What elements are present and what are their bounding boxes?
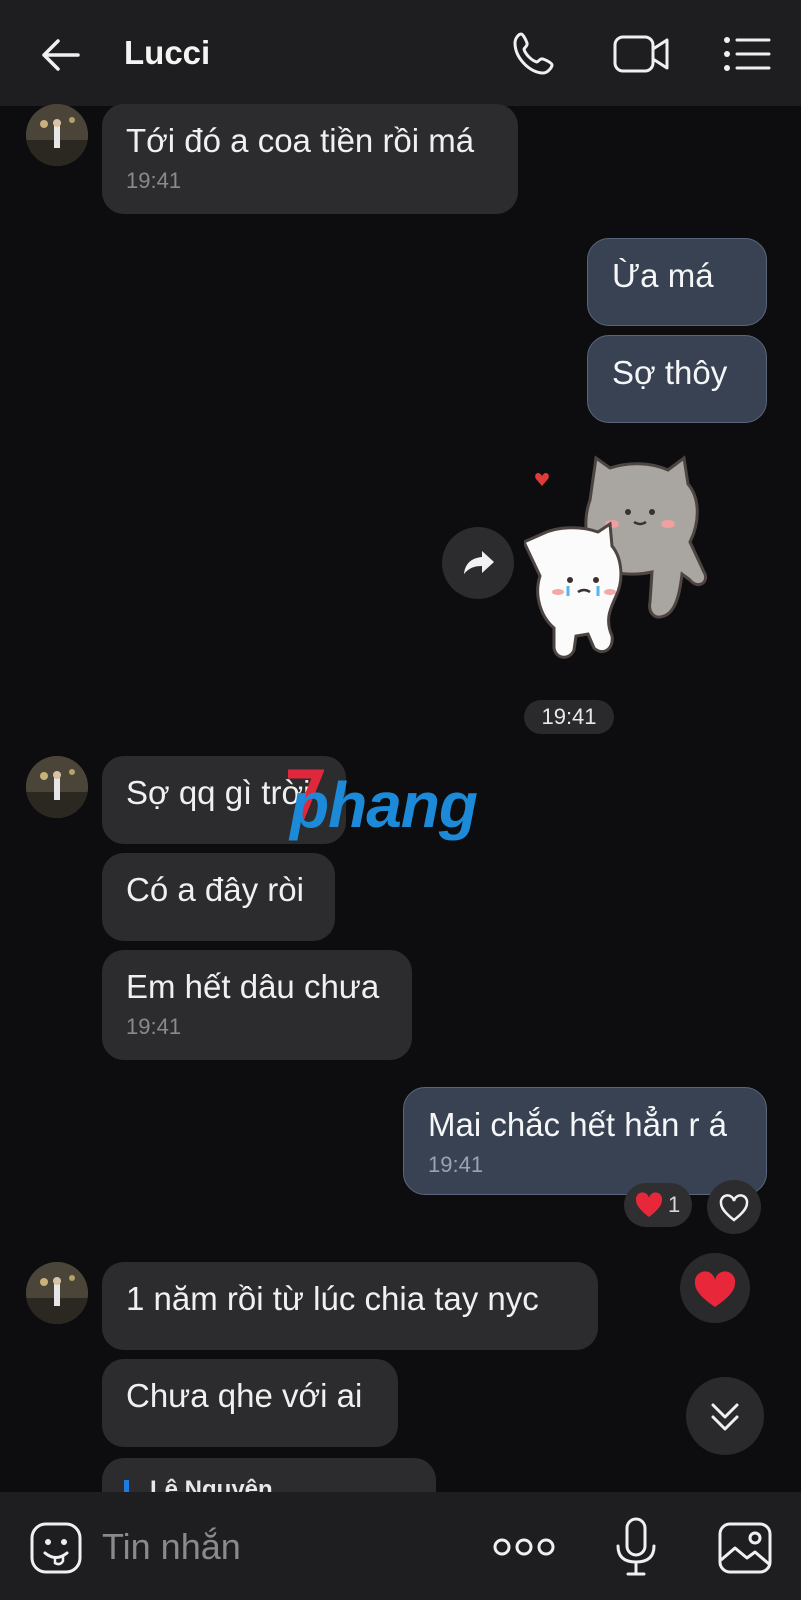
heart-outline-icon[interactable]: [707, 1180, 761, 1234]
avatar[interactable]: [26, 1262, 88, 1324]
message-bubble-incoming[interactable]: Chưa qhe với ai: [102, 1359, 398, 1447]
message-time: 19:41: [126, 167, 182, 193]
message-text: Sợ thôy: [612, 354, 728, 391]
sticker-timestamp: 19:41: [524, 700, 614, 734]
reaction-summary[interactable]: [624, 1183, 692, 1227]
message-bubble-outgoing[interactable]: Ừa má: [587, 238, 767, 326]
message-bubble-incoming[interactable]: Có a đây ròi: [102, 853, 335, 941]
more-dots-icon[interactable]: [492, 1532, 556, 1562]
chevron-double-down-icon: [711, 1403, 739, 1431]
avatar[interactable]: [26, 104, 88, 166]
message-text: Ừa má: [612, 257, 714, 294]
message-text: 1 năm rồi từ lúc chia tay nyc: [126, 1280, 539, 1317]
forward-icon[interactable]: [442, 527, 514, 599]
microphone-icon[interactable]: [612, 1516, 660, 1580]
message-bubble-outgoing[interactable]: Mai chắc hết hẳn r á 19:41: [403, 1087, 767, 1195]
message-bubble-incoming[interactable]: Em hết dâu chưa 19:41: [102, 950, 412, 1060]
list-menu-icon[interactable]: [722, 30, 772, 78]
avatar[interactable]: [26, 756, 88, 818]
message-text: Chưa qhe với ai: [126, 1377, 363, 1414]
message-input[interactable]: [102, 1522, 462, 1572]
message-text: Em hết dâu chưa: [126, 968, 380, 1005]
video-camera-icon[interactable]: [612, 28, 672, 80]
heart-icon: [635, 1192, 663, 1217]
scroll-to-bottom-button[interactable]: [686, 1377, 764, 1455]
message-time: 19:41: [428, 1151, 484, 1177]
message-text: Tới đó a coa tiền rồi má: [126, 122, 475, 159]
arrow-left-icon[interactable]: [36, 30, 86, 80]
message-bubble-incoming[interactable]: Tới đó a coa tiền rồi má 19:41: [102, 104, 518, 214]
watermark-logo: phang: [290, 769, 478, 841]
message-bubble-outgoing[interactable]: Sợ thôy: [587, 335, 767, 423]
image-gallery-icon[interactable]: [716, 1520, 774, 1576]
quick-heart-button[interactable]: [680, 1253, 750, 1323]
phone-icon[interactable]: [508, 28, 560, 80]
message-text: Sợ qq gì trời: [126, 774, 311, 811]
message-text: Có a đây ròi: [126, 871, 304, 908]
message-text: Mai chắc hết hẳn r á: [428, 1106, 727, 1143]
message-bubble-incoming[interactable]: 1 năm rồi từ lúc chia tay nyc: [102, 1262, 598, 1350]
reaction-count: 1: [668, 1192, 681, 1217]
cats-hug-sticker[interactable]: [521, 446, 754, 678]
contact-name[interactable]: Lucci: [124, 34, 210, 72]
heart-icon: [694, 1271, 736, 1307]
message-time: 19:41: [126, 1013, 182, 1039]
emoji-sticker-icon[interactable]: [28, 1520, 84, 1576]
chat-header: [0, 0, 801, 106]
